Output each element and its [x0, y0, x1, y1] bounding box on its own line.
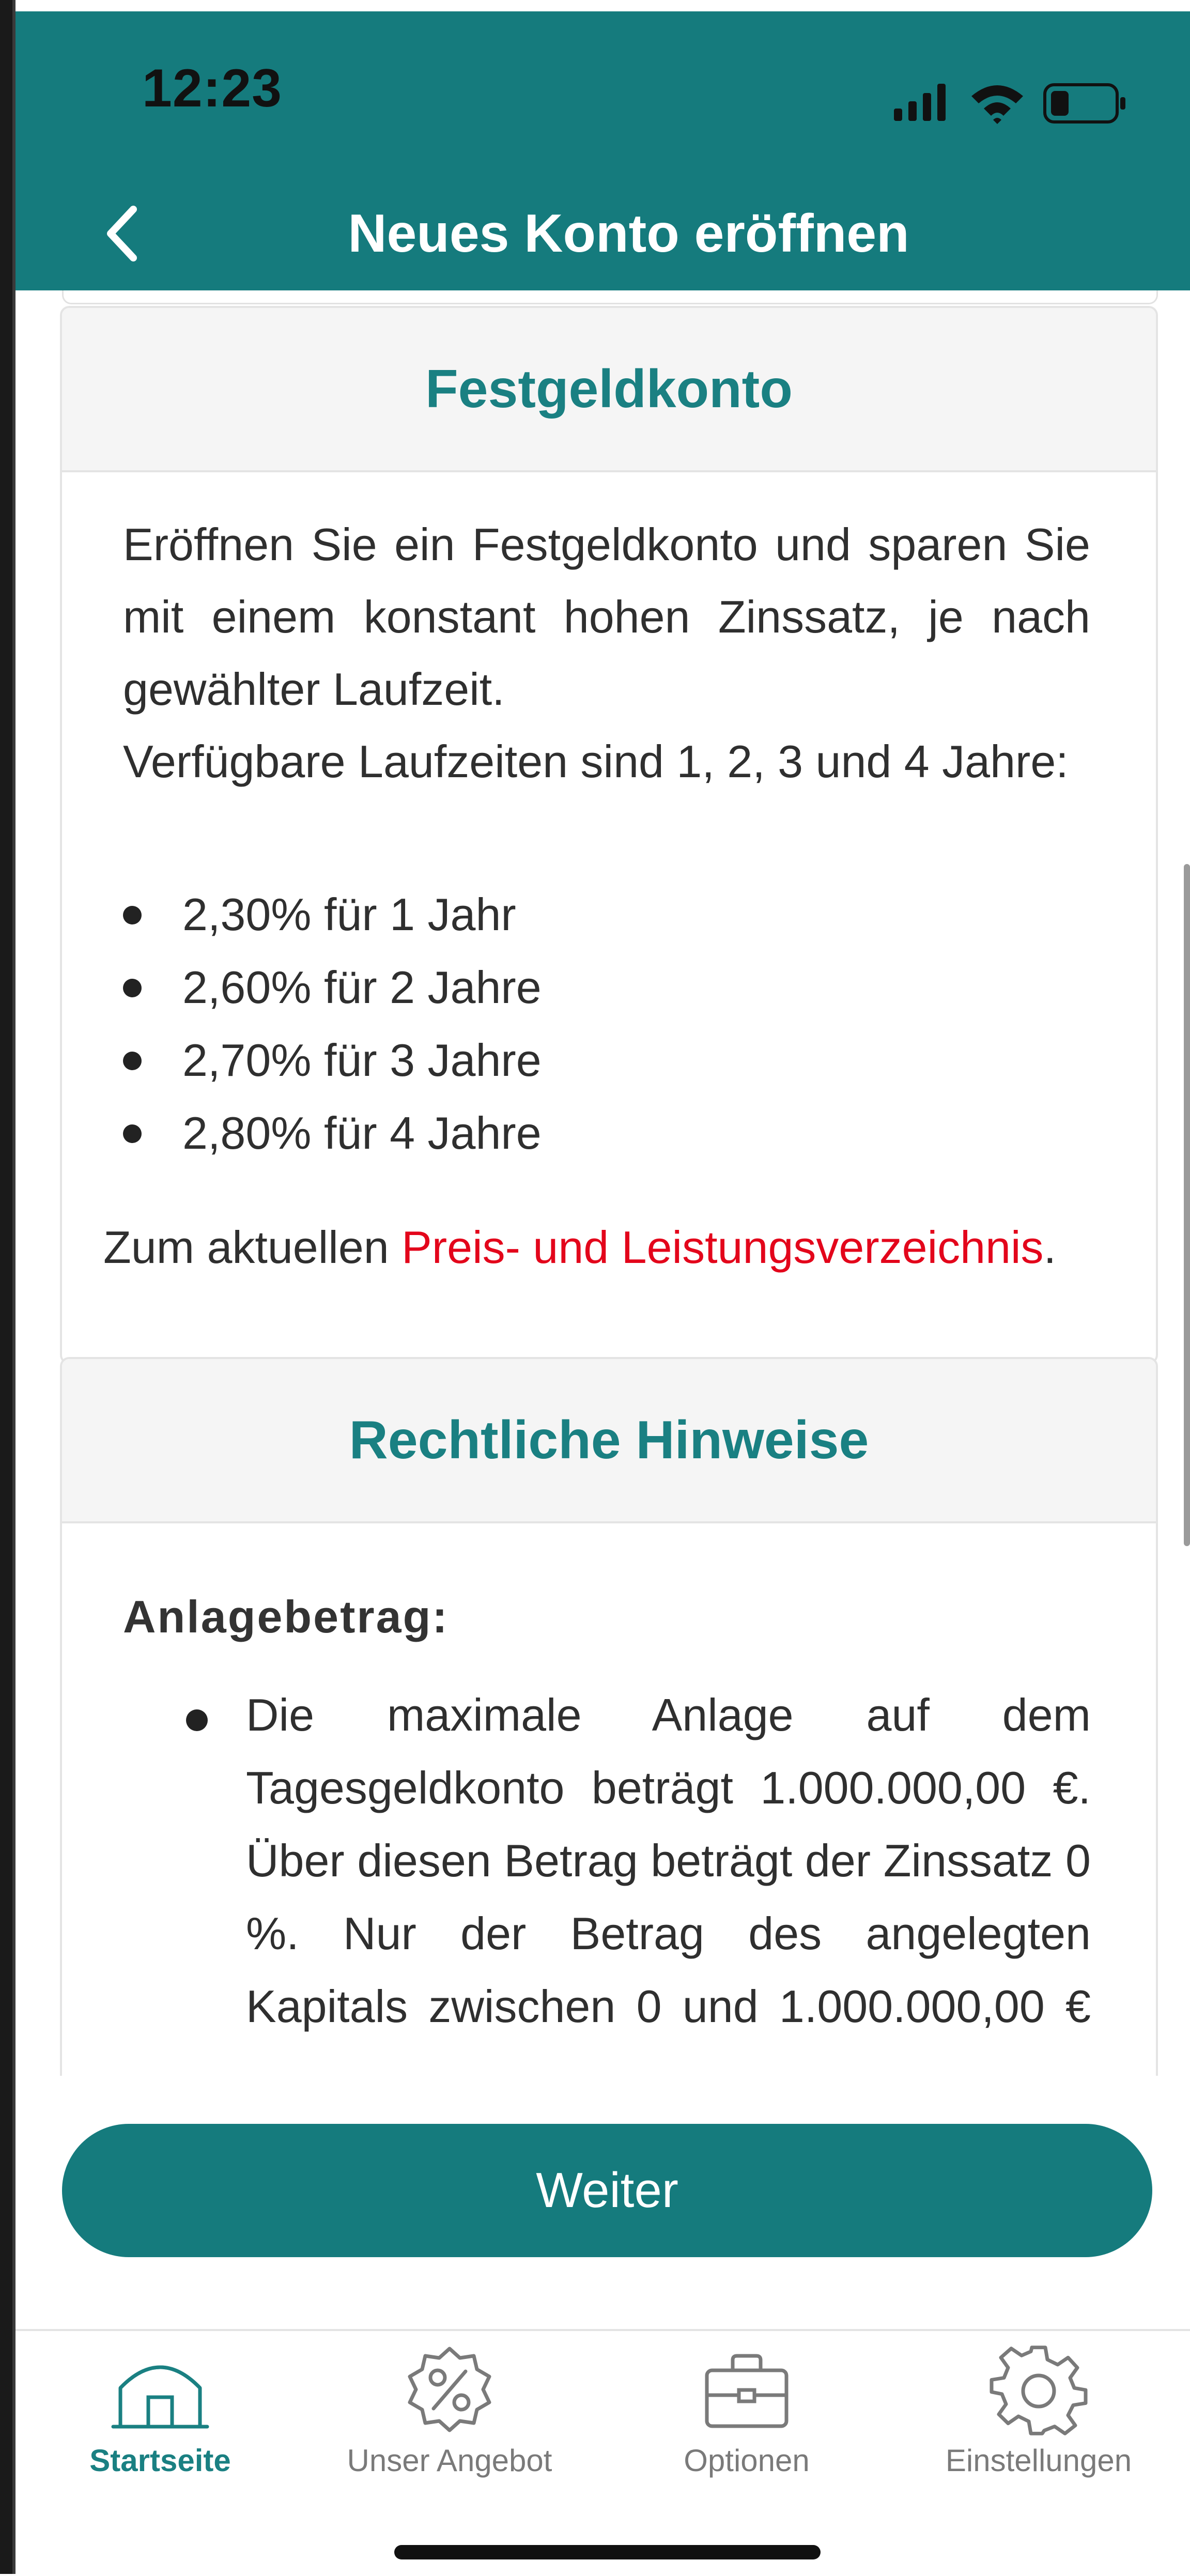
price-list-prefix: Zum aktuellen [103, 1222, 402, 1273]
battery-icon [1043, 83, 1125, 124]
legal-text-line: Kapitals zwischen 0 und 1.000.000,00 € [246, 1981, 1091, 2032]
legal-notes-title: Rechtliche Hinweise [349, 1410, 869, 1470]
signal-icon [894, 84, 946, 121]
weiter-button[interactable]: Weiter [62, 2124, 1152, 2257]
tab-optionen[interactable]: Optionen [612, 2341, 881, 2496]
legal-text-line: Tagesgeldkonto beträgt 1.000.000,00 €. [246, 1762, 1091, 1813]
legal-bullet-text: Die maximale Anlage auf dem Tagesgeldkon… [246, 1678, 1091, 2043]
investment-amount-heading: Anlagebetrag: [123, 1591, 449, 1642]
wifi-icon [971, 85, 1023, 124]
legal-text-line: Die maximale Anlage auf dem [246, 1689, 1091, 1740]
left-window-edge [0, 0, 16, 2574]
list-item: 2,70% für 3 Jahre [123, 1024, 542, 1097]
tab-label: Unser Angebot [347, 2443, 552, 2478]
tab-label: Einstellungen [945, 2443, 1132, 2478]
price-list-line: Zum aktuellen Preis- und Leistungsverzei… [103, 1211, 1056, 1284]
festgeld-card-header: Festgeldkonto [62, 308, 1156, 472]
gear-icon [990, 2346, 1088, 2435]
rate-text: 2,60% für 2 Jahre [182, 962, 542, 1013]
status-icons [894, 83, 1125, 124]
percent-badge-icon [408, 2347, 491, 2432]
status-time: 12:23 [142, 58, 282, 118]
legal-notes-header: Rechtliche Hinweise [62, 1359, 1156, 1523]
list-item: 2,30% für 1 Jahr [123, 878, 542, 951]
briefcase-icon [705, 2354, 789, 2428]
tab-label: Optionen [684, 2443, 810, 2478]
tab-einstellungen[interactable]: Einstellungen [904, 2341, 1173, 2496]
page-title: Neues Konto eröffnen [348, 204, 909, 264]
festgeld-card-title: Festgeldkonto [425, 359, 793, 419]
description-line: gewählter Laufzeit. [123, 664, 505, 715]
rate-text: 2,80% für 4 Jahre [182, 1107, 542, 1159]
price-list-suffix: . [1043, 1222, 1057, 1273]
tab-label: Startseite [89, 2443, 231, 2478]
legal-text-line: %. Nur der Betrag des angelegten [246, 1908, 1091, 1959]
list-item: 2,80% für 4 Jahre [123, 1097, 542, 1169]
home-indicator[interactable] [394, 2545, 821, 2559]
rate-text: 2,30% für 1 Jahr [182, 889, 516, 940]
festgeld-card: Festgeldkonto Eröffnen Sie ein Festgeldk… [60, 306, 1158, 1364]
description-line: Eröffnen Sie ein Festgeldkonto und spare… [123, 519, 1090, 570]
description-line: mit einem konstant hohen Zinssatz, je na… [123, 591, 1090, 642]
bullet-dot [123, 1124, 142, 1143]
tab-startseite[interactable]: Startseite [26, 2341, 295, 2496]
legal-notes-card: Rechtliche Hinweise Anlagebetrag: Die ma… [60, 1357, 1158, 2076]
bullet-dot [186, 1709, 208, 1731]
content-scroll-area[interactable]: Festgeldkonto Eröffnen Sie ein Festgeldk… [16, 290, 1190, 2076]
bullet-dot [123, 1052, 142, 1070]
festgeld-description: Eröffnen Sie ein Festgeldkonto und spare… [123, 508, 1090, 798]
bullet-dot [123, 979, 142, 997]
available-terms-text: Verfügbare Laufzeiten sind 1, 2, 3 und 4… [123, 736, 1069, 787]
scrollbar[interactable] [1184, 864, 1190, 1546]
previous-card-edge [62, 290, 1158, 304]
home-icon [111, 2365, 209, 2429]
interest-rate-list: 2,30% für 1 Jahr 2,60% für 2 Jahre 2,70%… [123, 878, 542, 1169]
bullet-dot [123, 906, 142, 924]
price-list-link[interactable]: Preis- und Leistungsverzeichnis [401, 1222, 1043, 1273]
legal-text-line: Über diesen Betrag beträgt der Zinssatz … [246, 1835, 1091, 1886]
list-item: 2,60% für 2 Jahre [123, 951, 542, 1024]
bottom-tab-bar: Startseite Unser Angebot Optionen Einste… [16, 2329, 1190, 2576]
app-header: 12:23 Neues Konto eröffnen [16, 11, 1190, 290]
tab-unser-angebot[interactable]: Unser Angebot [315, 2341, 584, 2496]
rate-text: 2,70% für 3 Jahre [182, 1035, 542, 1086]
